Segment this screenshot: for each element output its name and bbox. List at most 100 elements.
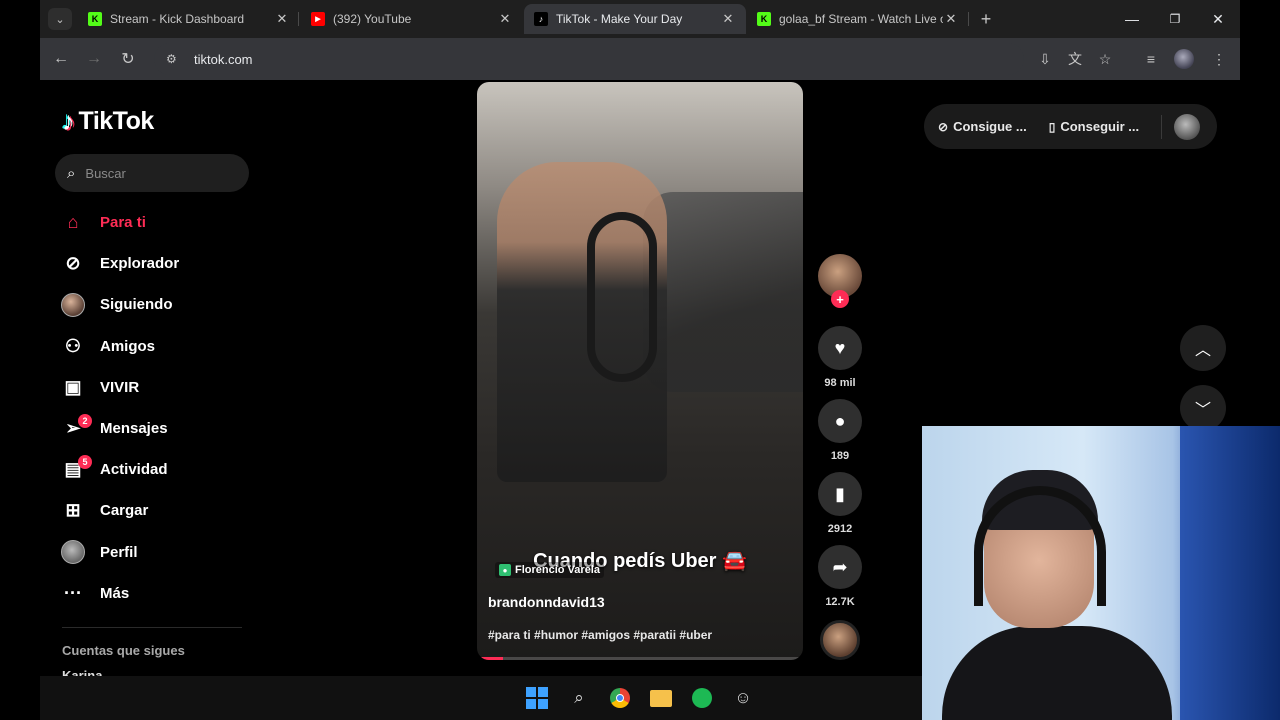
upload-icon: ⊞ bbox=[65, 500, 81, 521]
user-avatar[interactable] bbox=[1174, 113, 1201, 140]
search-input[interactable] bbox=[85, 165, 226, 181]
sidebar-item-para-ti[interactable]: ⌂ Para ti bbox=[60, 202, 250, 243]
tab-separator bbox=[298, 12, 299, 26]
comment-button[interactable]: ● bbox=[818, 399, 862, 443]
media-controls-icon[interactable]: ≡ bbox=[1140, 48, 1162, 70]
tiktok-logo[interactable]: ♪ TikTok bbox=[62, 106, 154, 137]
close-icon[interactable]: ✕ bbox=[497, 11, 513, 27]
tab-kick-dashboard[interactable]: K Stream - Kick Dashboard ✕ bbox=[78, 4, 300, 34]
url-text: tiktok.com bbox=[194, 51, 253, 67]
sidebar-nav: ⌂ Para ti ⊘ Explorador Siguiendo ⚇ Amigo… bbox=[60, 202, 250, 614]
install-app-icon[interactable]: ⇩ bbox=[1034, 48, 1056, 70]
next-video-button[interactable]: ﹀ bbox=[1180, 385, 1226, 431]
bookmark-star-icon[interactable]: ☆ bbox=[1094, 48, 1116, 70]
new-tab-button[interactable]: + bbox=[974, 8, 998, 30]
search-icon[interactable]: ⌕ bbox=[564, 683, 594, 713]
sidebar-item-perfil[interactable]: Perfil bbox=[60, 532, 250, 573]
webcam-person-body bbox=[942, 626, 1172, 720]
follow-plus-icon[interactable]: + bbox=[831, 290, 849, 308]
compass-icon: ⊘ bbox=[65, 253, 81, 274]
activity-badge: 5 bbox=[78, 455, 92, 470]
comment-icon: ● bbox=[834, 410, 846, 431]
sidebar-item-label: Explorador bbox=[100, 255, 180, 273]
close-icon[interactable]: ✕ bbox=[274, 11, 290, 27]
tab-tiktok[interactable]: ♪ TikTok - Make Your Day ✕ bbox=[524, 4, 746, 34]
video-frame-dashboard bbox=[643, 192, 803, 392]
webcam-overlay bbox=[922, 426, 1280, 720]
menu-kebab-icon[interactable]: ⋮ bbox=[1208, 48, 1230, 70]
tiktok-note-icon: ♪ bbox=[62, 106, 75, 136]
tab-title: TikTok - Make Your Day bbox=[556, 12, 683, 26]
site-settings-icon[interactable]: ⚙ bbox=[166, 52, 182, 66]
pill-separator bbox=[1161, 114, 1163, 139]
tab-kick-stream[interactable]: K golaa_bf Stream - Watch Live on Kick ✕ bbox=[747, 4, 969, 34]
discord-icon[interactable]: ☺ bbox=[728, 683, 758, 713]
sidebar-item-label: Mensajes bbox=[100, 420, 168, 438]
sidebar-item-label: Para ti bbox=[100, 214, 146, 232]
sidebar-item-siguiendo[interactable]: Siguiendo bbox=[60, 284, 250, 325]
minimize-button[interactable]: — bbox=[1112, 4, 1152, 34]
chrome-icon[interactable] bbox=[605, 683, 635, 713]
sidebar-item-actividad[interactable]: ▤ 5 Actividad bbox=[60, 449, 250, 490]
location-text: Florencio Varela bbox=[515, 564, 600, 576]
forward-button[interactable]: → bbox=[82, 47, 106, 71]
following-header: Cuentas que sigues bbox=[62, 643, 185, 658]
close-window-button[interactable]: ✕ bbox=[1198, 4, 1238, 34]
tab-youtube[interactable]: ▶ (392) YouTube ✕ bbox=[301, 4, 523, 34]
sidebar-item-mas[interactable]: ··· Más bbox=[60, 573, 250, 614]
video-hashtags[interactable]: #para ti #humor #amigos #paratii #uber bbox=[488, 628, 712, 642]
video-progress-bar[interactable] bbox=[477, 657, 803, 660]
close-icon[interactable]: ✕ bbox=[943, 11, 959, 27]
address-bar[interactable]: ⚙ tiktok.com bbox=[154, 43, 1024, 75]
live-icon: ▣ bbox=[64, 376, 82, 397]
sidebar-item-explorador[interactable]: ⊘ Explorador bbox=[60, 243, 250, 284]
spotify-icon[interactable] bbox=[687, 683, 717, 713]
get-app-label: Conseguir ... bbox=[1060, 119, 1140, 134]
phone-icon: ▯ bbox=[1048, 119, 1056, 134]
translate-icon[interactable]: 文 bbox=[1064, 48, 1086, 70]
back-button[interactable]: ← bbox=[49, 47, 73, 71]
profile-avatar-icon[interactable] bbox=[1173, 48, 1195, 70]
close-icon[interactable]: ✕ bbox=[720, 11, 736, 27]
search-icon: ⌕ bbox=[67, 164, 76, 182]
share-count: 12.7K bbox=[825, 596, 855, 608]
windows-start-icon[interactable] bbox=[522, 683, 552, 713]
sound-disc-icon[interactable] bbox=[820, 620, 860, 660]
sidebar-item-vivir[interactable]: ▣ VIVIR bbox=[60, 367, 250, 408]
home-icon: ⌂ bbox=[67, 212, 79, 233]
logo-text: TikTok bbox=[78, 107, 155, 135]
friends-icon: ⚇ bbox=[64, 335, 82, 356]
file-explorer-icon[interactable] bbox=[646, 683, 676, 713]
avatar-icon bbox=[60, 292, 86, 318]
sidebar-item-amigos[interactable]: ⚇ Amigos bbox=[60, 326, 250, 367]
sidebar-item-cargar[interactable]: ⊞ Cargar bbox=[60, 490, 250, 531]
share-button[interactable]: ➦ bbox=[818, 545, 862, 589]
previous-video-button[interactable]: ︿ bbox=[1180, 325, 1226, 371]
headset-icon bbox=[974, 486, 1106, 606]
tiktok-icon: ♪ bbox=[534, 12, 548, 26]
heart-icon: ♥ bbox=[834, 337, 846, 358]
sidebar-item-mensajes[interactable]: ➢ 2 Mensajes bbox=[60, 408, 250, 449]
video-author[interactable]: brandonndavid13 bbox=[488, 594, 605, 610]
search-box[interactable]: ⌕ bbox=[55, 154, 249, 192]
bookmark-icon: ▮ bbox=[835, 483, 845, 504]
video-player[interactable]: Cuando pedís Uber 🚘 ● Florencio Varela b… bbox=[477, 82, 803, 660]
coin-icon: ⊘ bbox=[938, 119, 949, 134]
save-button[interactable]: ▮ bbox=[818, 472, 862, 516]
get-app-button[interactable]: ▯ Conseguir ... bbox=[1049, 119, 1139, 134]
tab-separator bbox=[968, 12, 969, 26]
sidebar-divider bbox=[62, 627, 242, 628]
reload-button[interactable]: ↻ bbox=[116, 47, 140, 71]
profile-avatar-icon bbox=[60, 539, 86, 565]
sidebar-item-label: Amigos bbox=[100, 337, 156, 355]
sidebar-item-label: Perfil bbox=[100, 543, 138, 561]
sidebar-item-label: Actividad bbox=[100, 461, 168, 479]
location-pin-icon: ● bbox=[499, 564, 511, 576]
get-coins-button[interactable]: ⊘ Consigue ... bbox=[938, 119, 1027, 134]
browser-toolbar: ← → ↻ ⚙ tiktok.com ⇩ 文 ☆ ≡ ⋮ bbox=[40, 38, 1240, 80]
like-button[interactable]: ♥ bbox=[818, 326, 862, 370]
more-icon: ··· bbox=[64, 582, 82, 603]
restore-button[interactable]: ❐ bbox=[1155, 4, 1195, 34]
tab-search-button[interactable]: ⌄ bbox=[48, 8, 72, 30]
location-tag[interactable]: ● Florencio Varela bbox=[495, 562, 604, 578]
